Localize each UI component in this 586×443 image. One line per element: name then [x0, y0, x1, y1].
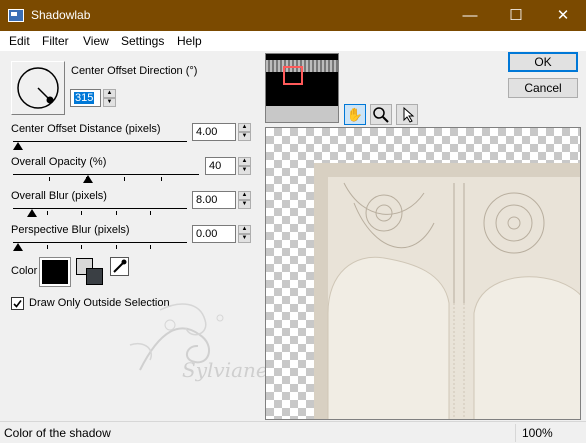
preview-canvas[interactable] [265, 127, 581, 420]
app-icon [8, 9, 24, 22]
direction-label: Center Offset Direction (°) [71, 65, 198, 77]
opacity-slider-thumb[interactable] [83, 175, 93, 183]
minimize-button[interactable]: — [447, 0, 493, 31]
perspective-input[interactable]: 0.00 [192, 225, 236, 243]
menu-help[interactable]: Help [177, 34, 202, 48]
opacity-spinner[interactable]: ▲ ▼ [238, 157, 251, 175]
draw-outside-checkbox[interactable] [11, 297, 24, 310]
eyedropper-icon[interactable] [110, 257, 129, 276]
ok-button[interactable]: OK [508, 52, 578, 72]
menu-bar: Edit Filter View Settings Help [0, 31, 586, 51]
lace-pattern [314, 163, 580, 419]
checkmark-icon [13, 300, 22, 308]
cancel-button[interactable]: Cancel [508, 78, 578, 98]
menu-view[interactable]: View [83, 34, 109, 48]
menu-edit[interactable]: Edit [9, 34, 30, 48]
direction-dial-graphic [17, 67, 59, 109]
opacity-slider[interactable] [13, 172, 199, 186]
distance-label: Center Offset Distance (pixels) [11, 123, 161, 135]
watermark-text: Sylviane [182, 358, 268, 382]
watermark-flourish [129, 303, 224, 371]
close-button[interactable]: ✕ [540, 0, 586, 31]
spin-down-icon[interactable]: ▼ [238, 234, 251, 243]
spin-up-icon[interactable]: ▲ [238, 123, 251, 132]
opacity-label: Overall Opacity (%) [11, 156, 107, 168]
menu-filter[interactable]: Filter [42, 34, 69, 48]
zoom-icon[interactable] [370, 104, 392, 125]
spin-down-icon[interactable]: ▼ [238, 166, 251, 175]
direction-value: 315 [74, 92, 95, 104]
navigation-thumbnail[interactable] [265, 53, 339, 123]
distance-slider-thumb[interactable] [13, 142, 23, 150]
direction-input[interactable]: 315 [70, 89, 101, 107]
distance-spinner[interactable]: ▲ ▼ [238, 123, 251, 141]
distance-input[interactable]: 4.00 [192, 123, 236, 141]
spin-down-icon[interactable]: ▼ [103, 98, 116, 107]
distance-slider[interactable] [13, 139, 187, 153]
blur-label: Overall Blur (pixels) [11, 190, 107, 202]
color-label: Color [11, 265, 38, 277]
perspective-spinner[interactable]: ▲ ▼ [238, 225, 251, 243]
viewport-indicator[interactable] [283, 66, 303, 85]
lace-image [314, 163, 580, 419]
color-swatch[interactable] [39, 257, 71, 287]
blur-slider-thumb[interactable] [27, 209, 37, 217]
perspective-label: Perspective Blur (pixels) [11, 224, 130, 236]
spin-up-icon[interactable]: ▲ [238, 225, 251, 234]
spin-down-icon[interactable]: ▼ [238, 200, 251, 209]
color-swatch-fill [42, 260, 68, 284]
hand-icon[interactable]: ✋ [344, 104, 366, 125]
arrow-icon[interactable] [396, 104, 418, 125]
blur-spinner[interactable]: ▲ ▼ [238, 191, 251, 209]
perspective-slider[interactable] [13, 240, 187, 254]
status-bar: Color of the shadow 100% [0, 421, 586, 443]
thumbnail-bottom [266, 106, 338, 122]
spin-up-icon[interactable]: ▲ [238, 191, 251, 200]
perspective-slider-thumb[interactable] [13, 243, 23, 251]
blur-input[interactable]: 8.00 [192, 191, 236, 209]
blur-slider[interactable] [13, 206, 187, 220]
direction-dial[interactable] [11, 61, 65, 115]
maximize-button[interactable]: ☐ [493, 0, 539, 31]
status-text: Color of the shadow [4, 426, 111, 440]
fg-bg-colors-icon[interactable] [74, 256, 106, 288]
title-bar: Shadowlab — ☐ ✕ [0, 0, 586, 31]
spin-down-icon[interactable]: ▼ [238, 132, 251, 141]
spin-up-icon[interactable]: ▲ [103, 89, 116, 98]
opacity-input[interactable]: 40 [205, 157, 236, 175]
menu-settings[interactable]: Settings [121, 34, 164, 48]
zoom-level: 100% [515, 424, 586, 442]
direction-spinner[interactable]: ▲ ▼ [103, 89, 116, 107]
spin-up-icon[interactable]: ▲ [238, 157, 251, 166]
window-title: Shadowlab [31, 8, 91, 22]
